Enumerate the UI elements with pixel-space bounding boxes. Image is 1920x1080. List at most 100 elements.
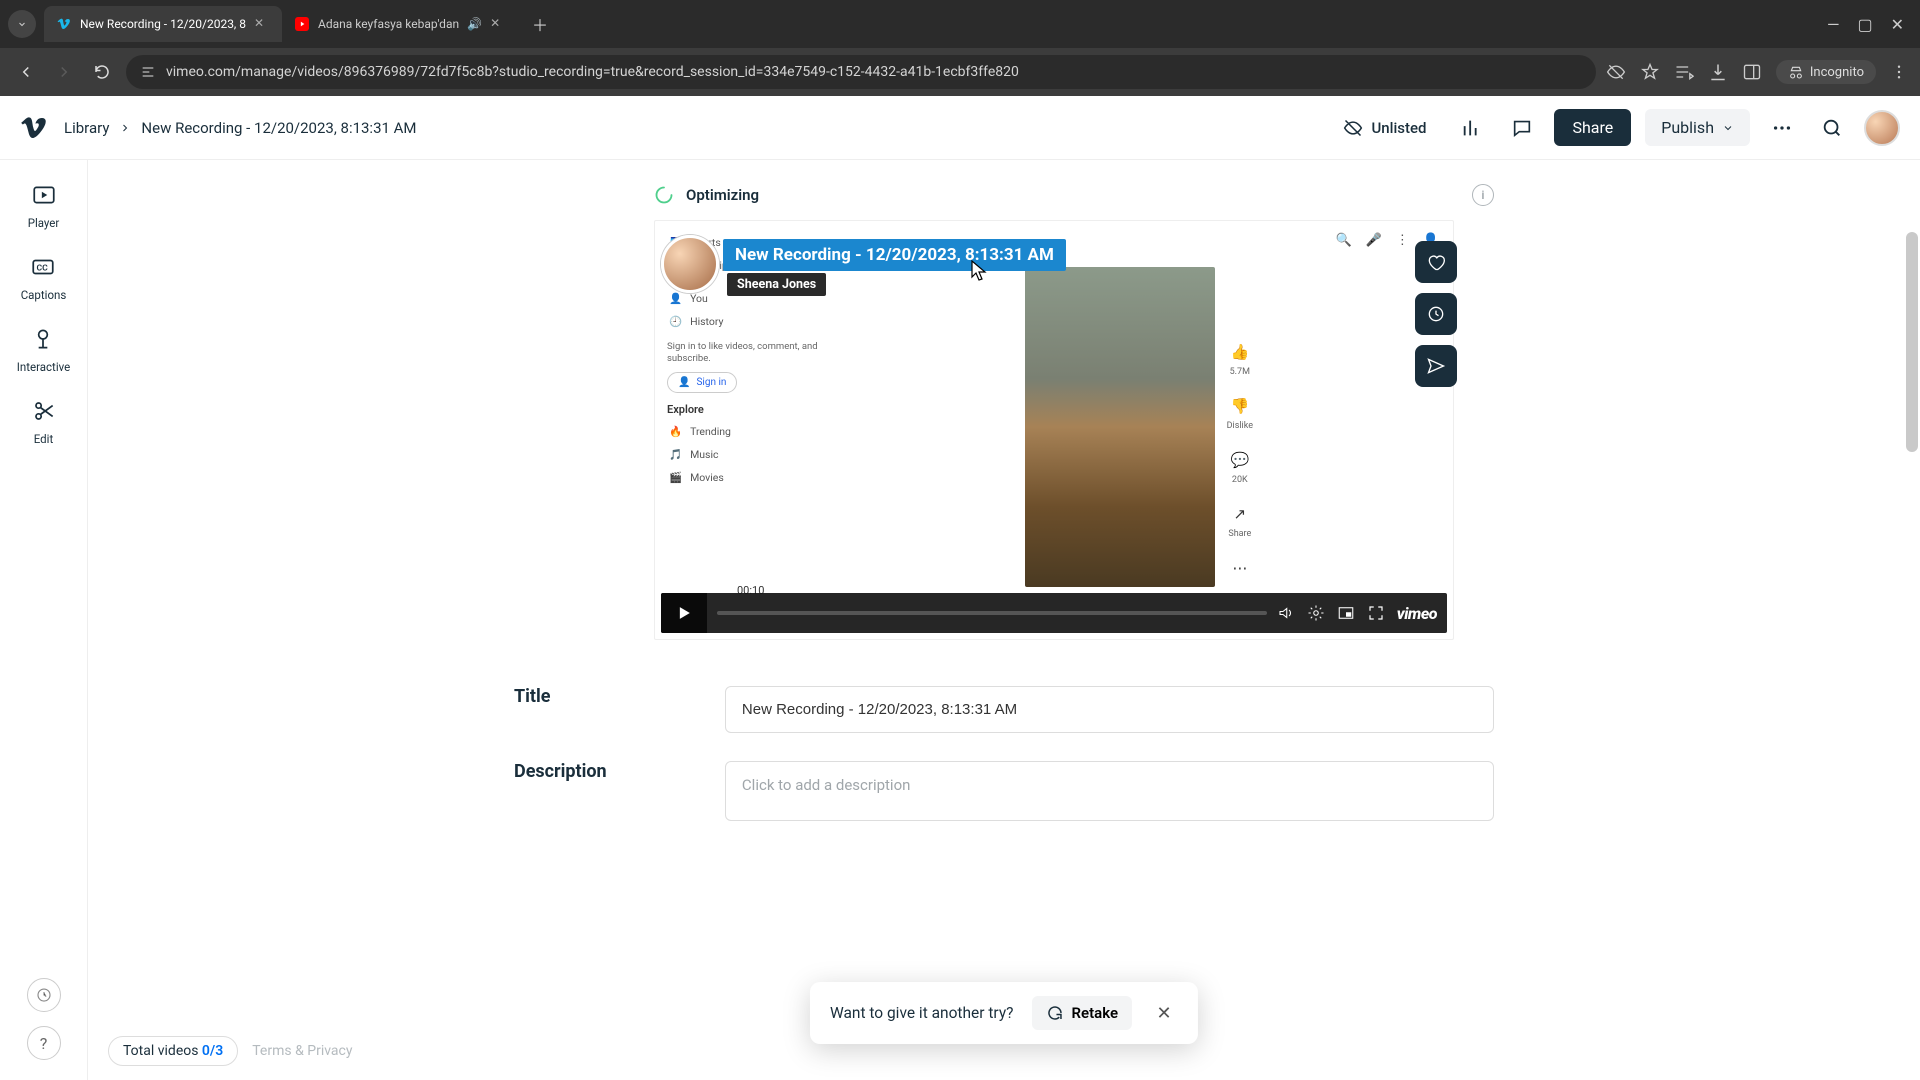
- redo-icon: [1045, 1004, 1063, 1022]
- vimeo-favicon-icon: [56, 16, 72, 32]
- download-icon[interactable]: [1708, 62, 1728, 82]
- new-tab-button[interactable]: ＋: [526, 10, 554, 38]
- search-icon: 🔍: [1335, 233, 1351, 248]
- pip-icon[interactable]: [1337, 604, 1355, 622]
- scrollbar-thumb[interactable]: [1906, 232, 1918, 452]
- rail-edit[interactable]: Edit: [24, 394, 64, 446]
- forward-button[interactable]: [50, 58, 78, 86]
- thumbs-up-icon: 👍: [1229, 341, 1251, 363]
- cursor-icon: [969, 259, 989, 283]
- watch-later-button[interactable]: [1415, 293, 1457, 335]
- video-title-overlay: New Recording - 12/20/2023, 8:13:31 AM: [723, 239, 1066, 271]
- fullscreen-icon[interactable]: [1367, 604, 1385, 622]
- publish-button[interactable]: Publish: [1645, 109, 1750, 146]
- preview-short-video: [1025, 267, 1215, 587]
- player-controls: vimeo: [661, 593, 1447, 633]
- optimizing-status: Optimizing i: [654, 184, 1494, 206]
- help-button[interactable]: ?: [27, 1026, 61, 1060]
- breadcrumb: Library New Recording - 12/20/2023, 8:13…: [64, 119, 417, 137]
- like-button[interactable]: [1415, 241, 1457, 283]
- eye-off-icon[interactable]: [1606, 62, 1626, 82]
- privacy-button[interactable]: Unlisted: [1329, 110, 1440, 146]
- tabs-dropdown-button[interactable]: [8, 10, 36, 38]
- svg-text:CC: CC: [37, 263, 49, 273]
- main-content: Optimizing i 🩳Shorts ▭Subscriptions 👤You…: [88, 160, 1920, 1080]
- interactive-icon: [23, 322, 63, 356]
- audio-icon: 🔊: [467, 17, 482, 31]
- url-text: vimeo.com/manage/videos/896376989/72fd7f…: [166, 64, 1019, 80]
- breadcrumb-root[interactable]: Library: [64, 119, 109, 137]
- sidepanel-icon[interactable]: [1742, 62, 1762, 82]
- close-icon[interactable]: ✕: [254, 16, 270, 32]
- analytics-button[interactable]: [1454, 110, 1490, 146]
- eye-off-icon: [1343, 118, 1363, 138]
- presenter-avatar: [661, 235, 719, 293]
- mic-icon: 🎤: [1366, 233, 1382, 248]
- kebab-menu-icon[interactable]: [1890, 63, 1908, 81]
- left-rail: Player CC Captions Interactive Edit ?: [0, 160, 88, 1080]
- video-author-overlay: Sheena Jones: [727, 273, 826, 296]
- retake-toast: Want to give it another try? Retake ✕: [810, 982, 1198, 1044]
- browser-tab-strip: New Recording - 12/20/2023, 8 ✕ Adana ke…: [0, 0, 1920, 48]
- app-header: Library New Recording - 12/20/2023, 8:13…: [0, 96, 1920, 160]
- youtube-favicon-icon: [294, 16, 310, 32]
- close-window-icon[interactable]: ✕: [1891, 15, 1904, 34]
- browser-toolbar: vimeo.com/manage/videos/896376989/72fd7f…: [0, 48, 1920, 96]
- share-icon: ↗: [1229, 503, 1251, 525]
- vimeo-logo-icon[interactable]: [20, 114, 48, 142]
- video-count-pill[interactable]: Total videos 0/3: [108, 1036, 238, 1066]
- vimeo-wordmark[interactable]: vimeo: [1397, 604, 1437, 623]
- play-button[interactable]: [661, 593, 707, 633]
- app-root: Library New Recording - 12/20/2023, 8:13…: [0, 96, 1920, 1080]
- description-input[interactable]: Click to add a description: [725, 761, 1494, 821]
- progress-bar[interactable]: [717, 611, 1267, 615]
- scrollbar[interactable]: [1906, 232, 1918, 1080]
- site-settings-icon[interactable]: [140, 64, 156, 80]
- footer: Total videos 0/3 Terms & Privacy: [108, 1036, 352, 1066]
- rail-interactive[interactable]: Interactive: [17, 322, 70, 374]
- preview-signin-pill: 👤Sign in: [667, 372, 737, 393]
- comments-button[interactable]: [1504, 110, 1540, 146]
- player-icon: [24, 178, 64, 212]
- maximize-icon[interactable]: ▢: [1857, 15, 1872, 34]
- share-button[interactable]: Share: [1554, 109, 1631, 146]
- rail-player[interactable]: Player: [24, 178, 64, 230]
- close-icon[interactable]: ✕: [1150, 999, 1178, 1027]
- settings-gear-icon[interactable]: [1307, 604, 1325, 622]
- reload-button[interactable]: [88, 58, 116, 86]
- incognito-icon: [1788, 64, 1804, 80]
- video-player[interactable]: 🩳Shorts ▭Subscriptions 👤You 🕘History Sig…: [654, 220, 1454, 640]
- rail-captions[interactable]: CC Captions: [21, 250, 67, 302]
- title-label: Title: [514, 686, 645, 707]
- tab-title: Adana keyfasya kebap'dan: [318, 17, 459, 31]
- clock-button[interactable]: [27, 978, 61, 1012]
- tab-title: New Recording - 12/20/2023, 8: [80, 17, 246, 31]
- chevron-right-icon: [119, 122, 131, 134]
- incognito-badge[interactable]: Incognito: [1776, 60, 1876, 84]
- spinner-icon: [654, 185, 674, 205]
- back-button[interactable]: [12, 58, 40, 86]
- minimize-icon[interactable]: —: [1827, 15, 1840, 34]
- terms-link[interactable]: Terms & Privacy: [252, 1043, 352, 1059]
- browser-tab[interactable]: Adana keyfasya kebap'dan 🔊 ✕: [282, 6, 518, 42]
- send-button[interactable]: [1415, 345, 1457, 387]
- breadcrumb-current: New Recording - 12/20/2023, 8:13:31 AM: [141, 119, 416, 137]
- address-bar[interactable]: vimeo.com/manage/videos/896376989/72fd7f…: [126, 55, 1596, 89]
- more-button[interactable]: [1764, 110, 1800, 146]
- more-icon: ⋯: [1229, 557, 1251, 579]
- avatar[interactable]: [1864, 110, 1900, 146]
- retake-button[interactable]: Retake: [1031, 996, 1132, 1030]
- volume-icon[interactable]: [1277, 604, 1295, 622]
- comment-icon: 💬: [1229, 449, 1251, 471]
- scissors-icon: [24, 394, 64, 428]
- captions-icon: CC: [23, 250, 63, 284]
- playlist-icon[interactable]: [1674, 62, 1694, 82]
- star-icon[interactable]: [1640, 62, 1660, 82]
- thumbs-down-icon: 👎: [1229, 395, 1251, 417]
- info-icon[interactable]: i: [1472, 184, 1494, 206]
- title-input[interactable]: [725, 686, 1494, 733]
- browser-tab-active[interactable]: New Recording - 12/20/2023, 8 ✕: [44, 6, 282, 42]
- preview-short-actions: 👍5.7M 👎Dislike 💬20K ↗Share ⋯: [1227, 341, 1253, 579]
- search-button[interactable]: [1814, 110, 1850, 146]
- close-icon[interactable]: ✕: [490, 16, 506, 32]
